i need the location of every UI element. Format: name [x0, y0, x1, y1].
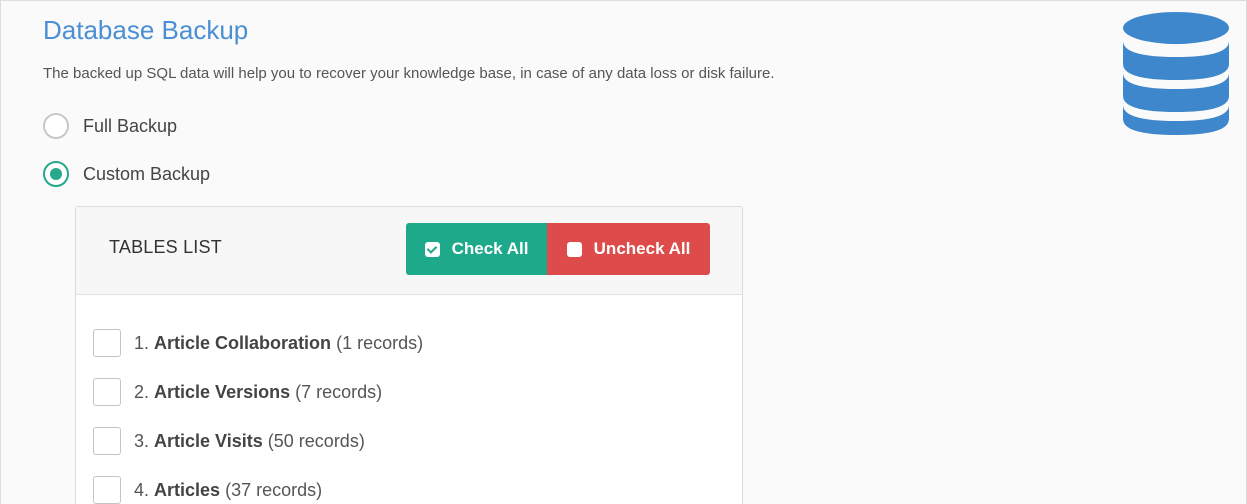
custom-backup-label: Custom Backup [83, 163, 211, 184]
check-all-button[interactable]: Check All [406, 223, 547, 275]
table-item-count: (1 records) [336, 332, 424, 353]
uncheck-all-label: Uncheck All [593, 239, 691, 258]
table-item-number: 2. [134, 381, 150, 402]
table-item-text: 3. Article Visits (50 records) [134, 431, 365, 452]
page-description: The backed up SQL data will help you to … [43, 65, 775, 82]
tables-list-panel: TABLES LIST Check All Uncheck All 1. Art… [75, 206, 743, 504]
table-checkbox[interactable] [93, 378, 121, 406]
database-backup-page: Database Backup The backed up SQL data w… [0, 0, 1247, 504]
database-icon [1121, 11, 1231, 141]
uncheck-all-button[interactable]: Uncheck All [547, 223, 710, 275]
table-item-name: Article Versions [154, 381, 291, 402]
table-item-number: 1. [134, 332, 150, 353]
table-item-text: 2. Article Versions (7 records) [134, 382, 382, 403]
full-backup-radio[interactable] [43, 113, 69, 139]
page-title: Database Backup [43, 15, 249, 45]
table-item-count: (7 records) [295, 381, 383, 402]
cropped-header-strip [1, 1, 1247, 9]
table-item[interactable]: 1. Article Collaboration (1 records) [93, 329, 423, 357]
table-checkbox[interactable] [93, 329, 121, 357]
tables-list-header: TABLES LIST Check All Uncheck All [76, 207, 742, 295]
custom-backup-radio[interactable] [43, 161, 69, 187]
table-item-count: (37 records) [225, 479, 323, 500]
table-item-count: (50 records) [267, 430, 365, 451]
table-item-text: 1. Article Collaboration (1 records) [134, 333, 423, 354]
table-item-number: 3. [134, 430, 150, 451]
table-item-name: Article Visits [154, 430, 263, 451]
checkbox-empty-icon [566, 241, 582, 257]
checkbox-checked-icon [424, 241, 440, 257]
full-backup-label: Full Backup [83, 115, 178, 136]
table-checkbox[interactable] [93, 476, 121, 504]
table-item-text: 4. Articles (37 records) [134, 480, 322, 501]
tables-list-title: TABLES LIST [109, 237, 222, 257]
table-item-name: Article Collaboration [154, 332, 332, 353]
table-item[interactable]: 4. Articles (37 records) [93, 476, 322, 504]
table-item[interactable]: 2. Article Versions (7 records) [93, 378, 382, 406]
check-all-label: Check All [451, 239, 529, 258]
table-item-name: Articles [154, 479, 221, 500]
table-item[interactable]: 3. Article Visits (50 records) [93, 427, 365, 455]
table-checkbox[interactable] [93, 427, 121, 455]
table-item-number: 4. [134, 479, 150, 500]
custom-backup-option[interactable]: Custom Backup [43, 161, 210, 187]
full-backup-option[interactable]: Full Backup [43, 113, 177, 139]
